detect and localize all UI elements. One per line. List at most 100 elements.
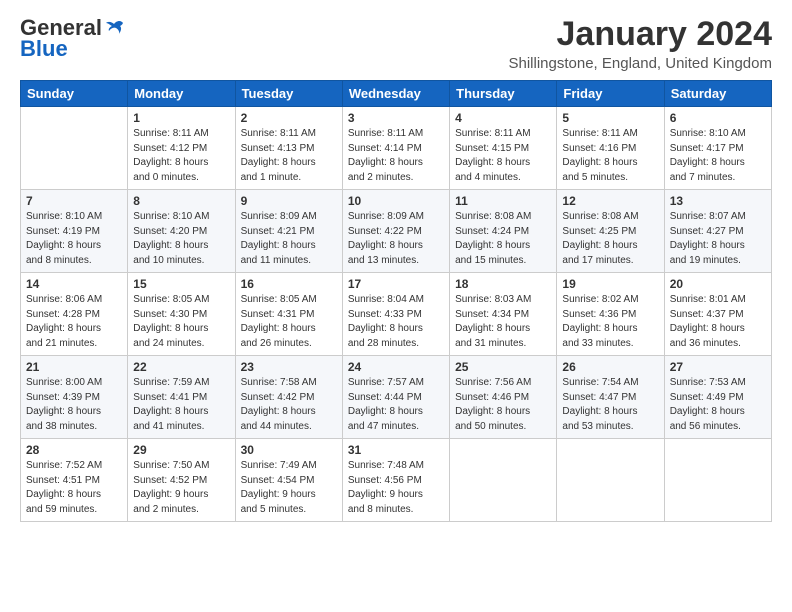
day-number: 14 — [26, 277, 122, 291]
day-number: 10 — [348, 194, 444, 208]
day-info: Sunrise: 8:11 AMSunset: 4:15 PMDaylight:… — [455, 127, 551, 185]
day-number: 15 — [133, 277, 229, 291]
day-info: Sunrise: 8:08 AMSunset: 4:24 PMDaylight:… — [455, 210, 551, 268]
logo: General Blue — [20, 16, 126, 62]
day-info: Sunrise: 8:03 AMSunset: 4:34 PMDaylight:… — [455, 293, 551, 351]
day-info: Sunrise: 8:11 AMSunset: 4:16 PMDaylight:… — [562, 127, 658, 185]
calendar-cell: 1 Sunrise: 8:11 AMSunset: 4:12 PMDaylight… — [128, 107, 235, 190]
week-row-1: 1 Sunrise: 8:11 AMSunset: 4:12 PMDaylight… — [21, 107, 772, 190]
day-number: 12 — [562, 194, 658, 208]
calendar-cell: 7 Sunrise: 8:10 AMSunset: 4:19 PMDaylight… — [21, 190, 128, 273]
location: Shillingstone, England, United Kingdom — [508, 55, 772, 72]
calendar-cell: 16 Sunrise: 8:05 AMSunset: 4:31 PMDayligh… — [235, 273, 342, 356]
day-number: 16 — [241, 277, 337, 291]
calendar-cell: 6Sunrise: 8:10 AMSunset: 4:17 PMDaylight… — [664, 107, 771, 190]
day-info: Sunrise: 8:11 AMSunset: 4:13 PMDaylight:… — [241, 127, 337, 185]
calendar-cell: 10 Sunrise: 8:09 AMSunset: 4:22 PMDayligh… — [342, 190, 449, 273]
calendar-cell: 3 Sunrise: 8:11 AMSunset: 4:14 PMDaylight… — [342, 107, 449, 190]
day-number: 27 — [670, 360, 766, 374]
day-number: 25 — [455, 360, 551, 374]
weekday-header-sunday: Sunday — [21, 81, 128, 107]
calendar-cell: 20 Sunrise: 8:01 AMSunset: 4:37 PMDayligh… — [664, 273, 771, 356]
calendar-cell — [450, 439, 557, 522]
day-info: Sunrise: 8:05 AMSunset: 4:31 PMDaylight:… — [241, 293, 337, 351]
calendar-cell: 17 Sunrise: 8:04 AMSunset: 4:33 PMDayligh… — [342, 273, 449, 356]
day-info: Sunrise: 8:04 AMSunset: 4:33 PMDaylight:… — [348, 293, 444, 351]
day-info: Sunrise: 7:49 AMSunset: 4:54 PMDaylight:… — [241, 459, 337, 517]
weekday-header-saturday: Saturday — [664, 81, 771, 107]
day-number: 23 — [241, 360, 337, 374]
day-info: Sunrise: 8:10 AMSunset: 4:17 PMDaylight:… — [670, 127, 766, 185]
day-number: 20 — [670, 277, 766, 291]
day-number: 7 — [26, 194, 122, 208]
day-number: 2 — [241, 111, 337, 125]
day-number: 17 — [348, 277, 444, 291]
calendar-cell: 31Sunrise: 7:48 AMSunset: 4:56 PMDayligh… — [342, 439, 449, 522]
week-row-5: 28Sunrise: 7:52 AMSunset: 4:51 PMDayligh… — [21, 439, 772, 522]
day-number: 28 — [26, 443, 122, 457]
day-number: 24 — [348, 360, 444, 374]
header: General Blue January 2024 Shillingstone,… — [20, 16, 772, 72]
calendar-cell: 5 Sunrise: 8:11 AMSunset: 4:16 PMDaylight… — [557, 107, 664, 190]
day-info: Sunrise: 7:50 AMSunset: 4:52 PMDaylight:… — [133, 459, 229, 517]
day-info: Sunrise: 7:59 AMSunset: 4:41 PMDaylight:… — [133, 376, 229, 434]
logo-blue: Blue — [20, 36, 68, 62]
calendar-cell: 12Sunrise: 8:08 AMSunset: 4:25 PMDayligh… — [557, 190, 664, 273]
calendar-cell: 11 Sunrise: 8:08 AMSunset: 4:24 PMDayligh… — [450, 190, 557, 273]
calendar-cell: 13Sunrise: 8:07 AMSunset: 4:27 PMDayligh… — [664, 190, 771, 273]
day-number: 18 — [455, 277, 551, 291]
day-number: 30 — [241, 443, 337, 457]
week-row-2: 7 Sunrise: 8:10 AMSunset: 4:19 PMDaylight… — [21, 190, 772, 273]
day-info: Sunrise: 8:01 AMSunset: 4:37 PMDaylight:… — [670, 293, 766, 351]
calendar-cell — [557, 439, 664, 522]
weekday-header-thursday: Thursday — [450, 81, 557, 107]
page: General Blue January 2024 Shillingstone,… — [0, 0, 792, 532]
day-info: Sunrise: 7:58 AMSunset: 4:42 PMDaylight:… — [241, 376, 337, 434]
calendar-cell: 28Sunrise: 7:52 AMSunset: 4:51 PMDayligh… — [21, 439, 128, 522]
day-info: Sunrise: 8:11 AMSunset: 4:12 PMDaylight:… — [133, 127, 229, 185]
month-title: January 2024 — [508, 16, 772, 53]
calendar-cell: 26Sunrise: 7:54 AMSunset: 4:47 PMDayligh… — [557, 356, 664, 439]
day-number: 29 — [133, 443, 229, 457]
logo-bird-icon — [104, 20, 126, 36]
day-number: 26 — [562, 360, 658, 374]
day-info: Sunrise: 8:07 AMSunset: 4:27 PMDaylight:… — [670, 210, 766, 268]
calendar-cell: 19Sunrise: 8:02 AMSunset: 4:36 PMDayligh… — [557, 273, 664, 356]
day-number: 8 — [133, 194, 229, 208]
calendar-cell: 25Sunrise: 7:56 AMSunset: 4:46 PMDayligh… — [450, 356, 557, 439]
calendar-cell: 4 Sunrise: 8:11 AMSunset: 4:15 PMDaylight… — [450, 107, 557, 190]
day-number: 19 — [562, 277, 658, 291]
calendar-cell: 18 Sunrise: 8:03 AMSunset: 4:34 PMDayligh… — [450, 273, 557, 356]
day-number: 11 — [455, 194, 551, 208]
day-number: 1 — [133, 111, 229, 125]
day-info: Sunrise: 8:11 AMSunset: 4:14 PMDaylight:… — [348, 127, 444, 185]
day-number: 3 — [348, 111, 444, 125]
calendar-cell: 21Sunrise: 8:00 AMSunset: 4:39 PMDayligh… — [21, 356, 128, 439]
day-info: Sunrise: 8:05 AMSunset: 4:30 PMDaylight:… — [133, 293, 229, 351]
day-info: Sunrise: 8:09 AMSunset: 4:21 PMDaylight:… — [241, 210, 337, 268]
title-area: January 2024 Shillingstone, England, Uni… — [508, 16, 772, 72]
calendar-cell: 9 Sunrise: 8:09 AMSunset: 4:21 PMDaylight… — [235, 190, 342, 273]
day-info: Sunrise: 8:00 AMSunset: 4:39 PMDaylight:… — [26, 376, 122, 434]
day-info: Sunrise: 8:10 AMSunset: 4:19 PMDaylight:… — [26, 210, 122, 268]
weekday-header-friday: Friday — [557, 81, 664, 107]
day-info: Sunrise: 7:57 AMSunset: 4:44 PMDaylight:… — [348, 376, 444, 434]
calendar-cell: 24 Sunrise: 7:57 AMSunset: 4:44 PMDayligh… — [342, 356, 449, 439]
calendar-cell: 22Sunrise: 7:59 AMSunset: 4:41 PMDayligh… — [128, 356, 235, 439]
calendar-cell — [664, 439, 771, 522]
calendar-cell: 27Sunrise: 7:53 AMSunset: 4:49 PMDayligh… — [664, 356, 771, 439]
day-number: 4 — [455, 111, 551, 125]
calendar-cell — [21, 107, 128, 190]
day-number: 5 — [562, 111, 658, 125]
day-number: 9 — [241, 194, 337, 208]
calendar-cell: 23 Sunrise: 7:58 AMSunset: 4:42 PMDayligh… — [235, 356, 342, 439]
calendar-cell: 15 Sunrise: 8:05 AMSunset: 4:30 PMDayligh… — [128, 273, 235, 356]
calendar-cell: 30 Sunrise: 7:49 AMSunset: 4:54 PMDayligh… — [235, 439, 342, 522]
day-info: Sunrise: 7:48 AMSunset: 4:56 PMDaylight:… — [348, 459, 444, 517]
weekday-header-tuesday: Tuesday — [235, 81, 342, 107]
calendar-cell: 2 Sunrise: 8:11 AMSunset: 4:13 PMDaylight… — [235, 107, 342, 190]
calendar-cell: 14Sunrise: 8:06 AMSunset: 4:28 PMDayligh… — [21, 273, 128, 356]
calendar-cell: 29 Sunrise: 7:50 AMSunset: 4:52 PMDayligh… — [128, 439, 235, 522]
day-info: Sunrise: 8:09 AMSunset: 4:22 PMDaylight:… — [348, 210, 444, 268]
week-row-3: 14Sunrise: 8:06 AMSunset: 4:28 PMDayligh… — [21, 273, 772, 356]
